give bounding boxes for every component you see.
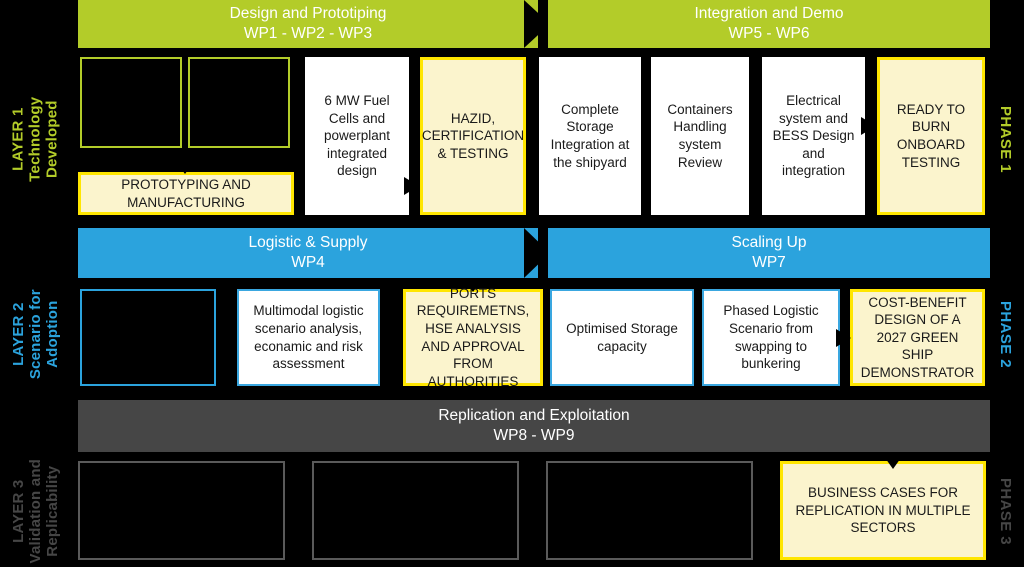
layer-1-rail-line2: Technology: [26, 96, 44, 182]
layer-1-box-hazid-certification[interactable]: HAZID, CERTIFICATION & TESTING: [420, 57, 526, 215]
box-label: BUSINESS CASES FOR REPLICATION IN MULTIP…: [795, 485, 971, 536]
box-label: Containers Handling system Review: [667, 101, 733, 170]
layer-1-box-containers-handling[interactable]: Containers Handling system Review: [651, 57, 749, 215]
box-label: Phased Logistic Scenario from swapping t…: [723, 303, 819, 372]
layer-1-band-design-prototyping: Design and Prototiping WP1 - WP2 - WP3: [78, 0, 538, 48]
band-title: Integration and Demo: [694, 5, 844, 23]
box-label: PORTS REQUIREMETNS, HSE ANALYSIS AND APP…: [416, 285, 530, 389]
band-title: Replication and Exploitation: [438, 407, 630, 425]
layer-3-rail-line1: LAYER 3: [9, 479, 27, 543]
layer-3-rail-line3: Replicability: [43, 465, 61, 557]
layer-1-box-fuel-cells[interactable]: 6 MW Fuel Cells and powerplant integrate…: [305, 57, 409, 215]
layer-2-band-logistic-supply: Logistic & Supply WP4: [78, 228, 538, 278]
arrow-down-to-prototyping: [175, 160, 195, 174]
box-label: READY TO BURN ONBOARD TESTING: [896, 101, 966, 170]
phase-2-rail: PHASE 2: [986, 278, 1024, 390]
arrow-right-to-hazid: [404, 177, 419, 195]
phase-1-rail: PHASE 1: [986, 48, 1024, 230]
layer-1-rail: LAYER 1 Technology Developed: [0, 48, 72, 230]
band-title: Scaling Up: [731, 234, 807, 252]
layer-2-box-phased-logistic-scenario[interactable]: Phased Logistic Scenario from swapping t…: [702, 289, 840, 386]
layer-1-box-1[interactable]: [80, 57, 182, 148]
box-label: Electrical system and BESS Design and in…: [772, 93, 855, 179]
layer-3-band-replication-exploitation: Replication and Exploitation WP8 - WP9: [78, 400, 990, 452]
band-subtitle: WP1 - WP2 - WP3: [243, 25, 373, 42]
box-label: Optimised Storage capacity: [566, 320, 678, 354]
arrow-down-to-business-cases: [883, 455, 903, 469]
band-subtitle: WP7: [752, 254, 786, 271]
layer-2-rail-line2: Scenario for: [26, 289, 44, 379]
layer-3-rail: LAYER 3 Validation and Replicability: [0, 455, 72, 567]
band-title: Logistic & Supply: [248, 234, 368, 252]
layer-2-rail-line3: Adoption: [43, 300, 61, 368]
phase-2-label: PHASE 2: [996, 300, 1014, 368]
roadmap-diagram: LAYER 1 Technology Developed Design and …: [0, 0, 1024, 567]
layer-1-band-integration-demo: Integration and Demo WP5 - WP6: [548, 0, 990, 48]
layer-1-box-storage-integration[interactable]: Complete Storage Integration at the ship…: [539, 57, 641, 215]
phase-3-label: PHASE 3: [996, 477, 1014, 545]
box-label: Multimodal logistic scenario analysis, e…: [253, 303, 364, 372]
layer-2-box-optimised-storage[interactable]: Optimised Storage capacity: [550, 289, 694, 386]
band-title: Design and Prototiping: [229, 5, 387, 23]
band-subtitle: WP4: [291, 254, 325, 271]
arrow-right-to-ready-to-burn: [861, 117, 876, 135]
box-label: COST-BENEFIT DESIGN OF A 2027 GREEN SHIP…: [860, 294, 975, 380]
box-label: HAZID, CERTIFICATION & TESTING: [421, 110, 525, 161]
layer-3-box-1[interactable]: [78, 461, 285, 560]
layer-3-rail-line2: Validation and: [26, 458, 44, 564]
layer-1-rail-line3: Developed: [43, 100, 61, 178]
layer-3-box-3[interactable]: [546, 461, 753, 560]
layer-1-box-electrical-bess[interactable]: Electrical system and BESS Design and in…: [762, 57, 865, 215]
layer-2-band-scaling-up: Scaling Up WP7: [548, 228, 990, 278]
box-label: 6 MW Fuel Cells and powerplant integrate…: [323, 93, 391, 179]
layer-2-box-cost-benefit-demonstrator[interactable]: COST-BENEFIT DESIGN OF A 2027 GREEN SHIP…: [850, 289, 985, 386]
layer-2-box-multimodal-logistic[interactable]: Multimodal logistic scenario analysis, e…: [237, 289, 380, 386]
layer-2-rail-line1: LAYER 2: [9, 302, 27, 366]
arrow-down-to-ports-requirements: [463, 278, 483, 292]
box-label: PROTOTYPING AND MANUFACTURING: [121, 176, 251, 210]
layer-2-box-ports-requirements[interactable]: PORTS REQUIREMETNS, HSE ANALYSIS AND APP…: [403, 286, 543, 389]
layer-3-box-business-cases[interactable]: BUSINESS CASES FOR REPLICATION IN MULTIP…: [780, 461, 986, 560]
layer-1-box-2[interactable]: [188, 57, 290, 148]
phase-1-label: PHASE 1: [996, 105, 1014, 173]
phase-3-rail: PHASE 3: [986, 455, 1024, 567]
layer-3-box-2[interactable]: [312, 461, 519, 560]
layer-1-box-ready-to-burn[interactable]: READY TO BURN ONBOARD TESTING: [877, 57, 985, 215]
arrow-right-to-cost-benefit: [836, 329, 851, 347]
band-subtitle: WP5 - WP6: [728, 25, 810, 42]
layer-1-rail-line1: LAYER 1: [9, 107, 27, 171]
band-subtitle: WP8 - WP9: [493, 427, 575, 444]
layer-2-rail: LAYER 2 Scenario for Adoption: [0, 278, 72, 390]
layer-2-box-1[interactable]: [80, 289, 216, 386]
box-label: Complete Storage Integration at the ship…: [550, 101, 630, 170]
layer-1-box-prototyping-manufacturing[interactable]: PROTOTYPING AND MANUFACTURING: [78, 172, 294, 215]
